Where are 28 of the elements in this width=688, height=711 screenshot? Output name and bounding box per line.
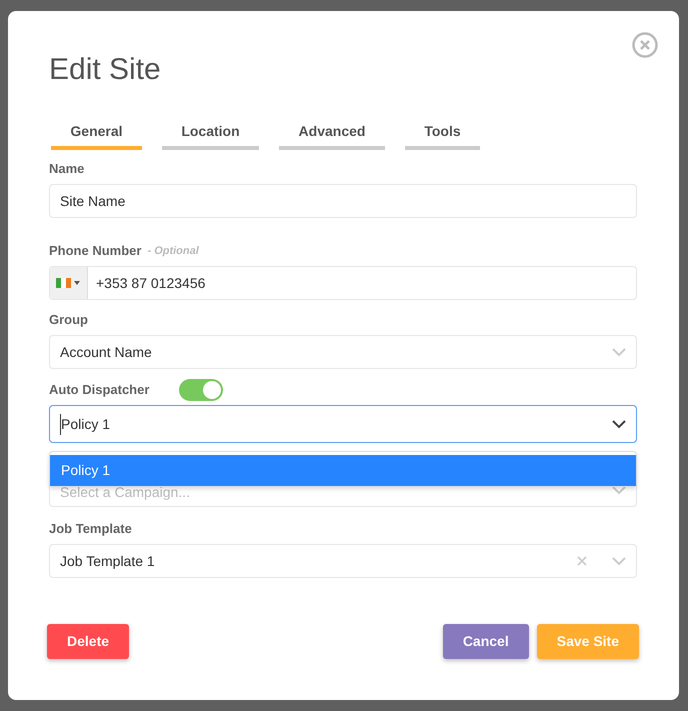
chevron-icon (612, 420, 626, 428)
optional-hint: - Optional (147, 244, 199, 259)
field-label: Group (49, 312, 88, 328)
dialog-title: Edit Site (49, 52, 161, 88)
select-field[interactable]: Job Template 1 (49, 544, 637, 578)
clear-icon[interactable] (577, 556, 587, 566)
tab[interactable]: Advanced (279, 119, 385, 150)
field-label: Auto Dispatcher (49, 382, 150, 398)
text-field[interactable]: Site Name (49, 184, 637, 218)
action-button[interactable]: Cancel (442, 624, 529, 659)
country-button[interactable] (50, 267, 88, 299)
field-label: Phone Number (49, 243, 142, 259)
select-field[interactable]: Account Name (49, 335, 637, 369)
close-button[interactable] (632, 32, 658, 58)
chevron-icon (612, 348, 626, 356)
toggle-switch[interactable] (179, 379, 224, 401)
phone-field[interactable]: +353 87 0123456 (49, 266, 637, 300)
tab[interactable]: Location (162, 119, 259, 150)
flag-icon (56, 278, 71, 288)
dropdown-option[interactable]: Policy 1 (50, 455, 636, 486)
tab[interactable]: General (51, 119, 142, 150)
chevron-icon (612, 556, 626, 566)
chevron-icon (612, 486, 626, 494)
field-label: Name (49, 161, 84, 177)
field-label: Job Template (49, 521, 132, 537)
select-field[interactable]: Policy 1 (49, 405, 637, 443)
caret-icon (74, 281, 80, 285)
tab[interactable]: Tools (405, 119, 480, 150)
